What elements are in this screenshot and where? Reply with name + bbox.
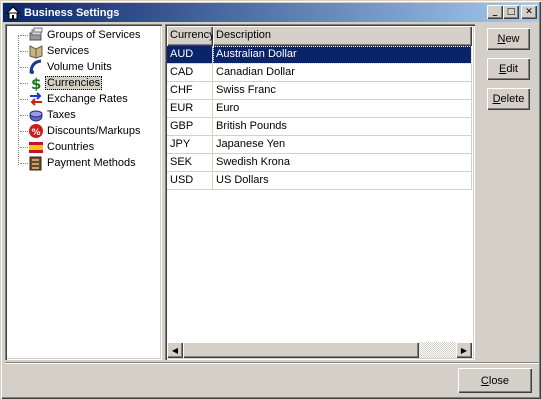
groups-icon (28, 27, 44, 43)
arrow-left-icon: ◀ (171, 345, 179, 355)
close-button-label: Close (480, 374, 510, 387)
description-cell: US Dollars (213, 172, 472, 190)
tree-item-countries[interactable]: Countries (7, 139, 160, 155)
percent-icon: % (28, 123, 44, 139)
horizontal-scrollbar[interactable]: ◀ ▶ (167, 342, 472, 358)
scroll-right-button[interactable]: ▶ (456, 342, 472, 358)
currency-code-cell: AUD (167, 46, 213, 64)
currency-code-cell: EUR (167, 100, 213, 118)
volume-icon (28, 59, 44, 75)
currency-code-cell: GBP (167, 118, 213, 136)
tree-connector-branch (20, 35, 28, 36)
tree-item-label: Groups of Services (47, 29, 141, 41)
currency-list[interactable]: Currency Description AUD Australian Dolla… (165, 24, 475, 360)
arrow-right-icon: ▶ (460, 345, 468, 355)
tree-item-label: Taxes (47, 109, 76, 121)
scroll-left-button[interactable]: ◀ (167, 342, 183, 358)
table-row[interactable]: GBP British Pounds (167, 118, 472, 136)
new-button-label: New (497, 33, 520, 45)
table-row[interactable]: AUD Australian Dollar (167, 46, 472, 64)
tree-connector-branch (20, 115, 28, 116)
tree-item-groups-of-services[interactable]: Groups of Services (7, 27, 160, 43)
tree-item-payment-methods[interactable]: Payment Methods (7, 155, 160, 171)
maximize-button[interactable]: □ (503, 5, 519, 19)
table-row[interactable]: JPY Japanese Yen (167, 136, 472, 154)
tree-connector-branch (20, 51, 28, 52)
currency-code-cell: CAD (167, 64, 213, 82)
tree-connector-branch (20, 131, 28, 132)
svg-text:$: $ (31, 75, 41, 91)
minimize-icon: _ (492, 6, 498, 17)
description-cell: Japanese Yen (213, 136, 472, 154)
delete-button[interactable]: Delete (487, 88, 530, 110)
description-cell: Swedish Krona (213, 154, 472, 172)
tree-item-label: Countries (47, 141, 95, 153)
delete-button-label: Delete (492, 93, 525, 105)
currency-code-cell: SEK (167, 154, 213, 172)
tree-item-taxes[interactable]: Taxes (7, 107, 160, 123)
tree-connector-branch (20, 67, 28, 68)
dollar-icon: $ (28, 75, 44, 91)
minimize-button[interactable]: _ (487, 5, 503, 19)
close-window-button[interactable]: ✕ (521, 5, 537, 19)
tree-item-services[interactable]: Services (7, 43, 160, 59)
business-settings-window: Business Settings _ □ ✕ Groups of Servic… (0, 0, 542, 400)
maximize-icon: □ (506, 6, 516, 17)
description-cell: Australian Dollar (213, 46, 472, 64)
title-bar[interactable]: Business Settings _ □ ✕ (3, 3, 539, 22)
tree-connector-branch (20, 83, 28, 84)
description-cell: Swiss Franc (213, 82, 472, 100)
tree-item-label: Payment Methods (47, 157, 136, 169)
column-header-currency[interactable]: Currency (167, 26, 215, 46)
close-button[interactable]: Close (458, 368, 532, 393)
table-row[interactable]: USD US Dollars (167, 172, 472, 190)
tree-item-discounts-markups[interactable]: % Discounts/Markups (7, 123, 160, 139)
currency-grid[interactable]: Currency Description AUD Australian Dolla… (167, 26, 472, 344)
description-cell: Canadian Dollar (213, 64, 472, 82)
tree-connector-branch (20, 99, 28, 100)
window-title: Business Settings (24, 6, 120, 19)
new-button[interactable]: New (487, 28, 530, 50)
table-row[interactable]: CHF Swiss Franc (167, 82, 472, 100)
services-icon (28, 43, 44, 59)
grid-header: Currency Description (167, 26, 472, 46)
tree-connector-branch (20, 147, 28, 148)
table-row[interactable]: CAD Canadian Dollar (167, 64, 472, 82)
currency-code-cell: JPY (167, 136, 213, 154)
scroll-track[interactable] (183, 342, 456, 358)
currency-code-cell: CHF (167, 82, 213, 100)
tree-item-label: Currencies (45, 76, 103, 90)
table-row[interactable]: EUR Euro (167, 100, 472, 118)
currency-code-cell: USD (167, 172, 213, 190)
svg-text:%: % (32, 128, 41, 138)
tree-item-label: Services (47, 45, 90, 57)
scroll-thumb[interactable] (183, 342, 419, 358)
table-row[interactable]: SEK Swedish Krona (167, 154, 472, 172)
tree-item-currencies[interactable]: $ Currencies (7, 75, 160, 91)
flag-icon (28, 139, 44, 155)
tree-item-label: Volume Units (47, 61, 112, 73)
taxes-icon (28, 107, 44, 123)
tree-item-label: Exchange Rates (47, 93, 128, 105)
close-icon: ✕ (525, 6, 533, 17)
edit-button[interactable]: Edit (487, 58, 530, 80)
column-header-description[interactable]: Description (213, 26, 472, 46)
tree-item-exchange-rates[interactable]: Exchange Rates (7, 91, 160, 107)
tree-item-volume-units[interactable]: Volume Units (7, 59, 160, 75)
exchange-arrows-icon (28, 91, 44, 107)
payment-icon (28, 155, 44, 171)
tree-item-label: Discounts/Markups (47, 125, 141, 137)
edit-button-label: Edit (499, 63, 518, 75)
tree-connector-branch (20, 163, 28, 164)
description-cell: British Pounds (213, 118, 472, 136)
description-cell: Euro (213, 100, 472, 118)
divider (5, 362, 539, 364)
settings-tree[interactable]: Groups of Services Services Volume Units $ C… (5, 24, 162, 360)
house-icon (5, 5, 21, 21)
